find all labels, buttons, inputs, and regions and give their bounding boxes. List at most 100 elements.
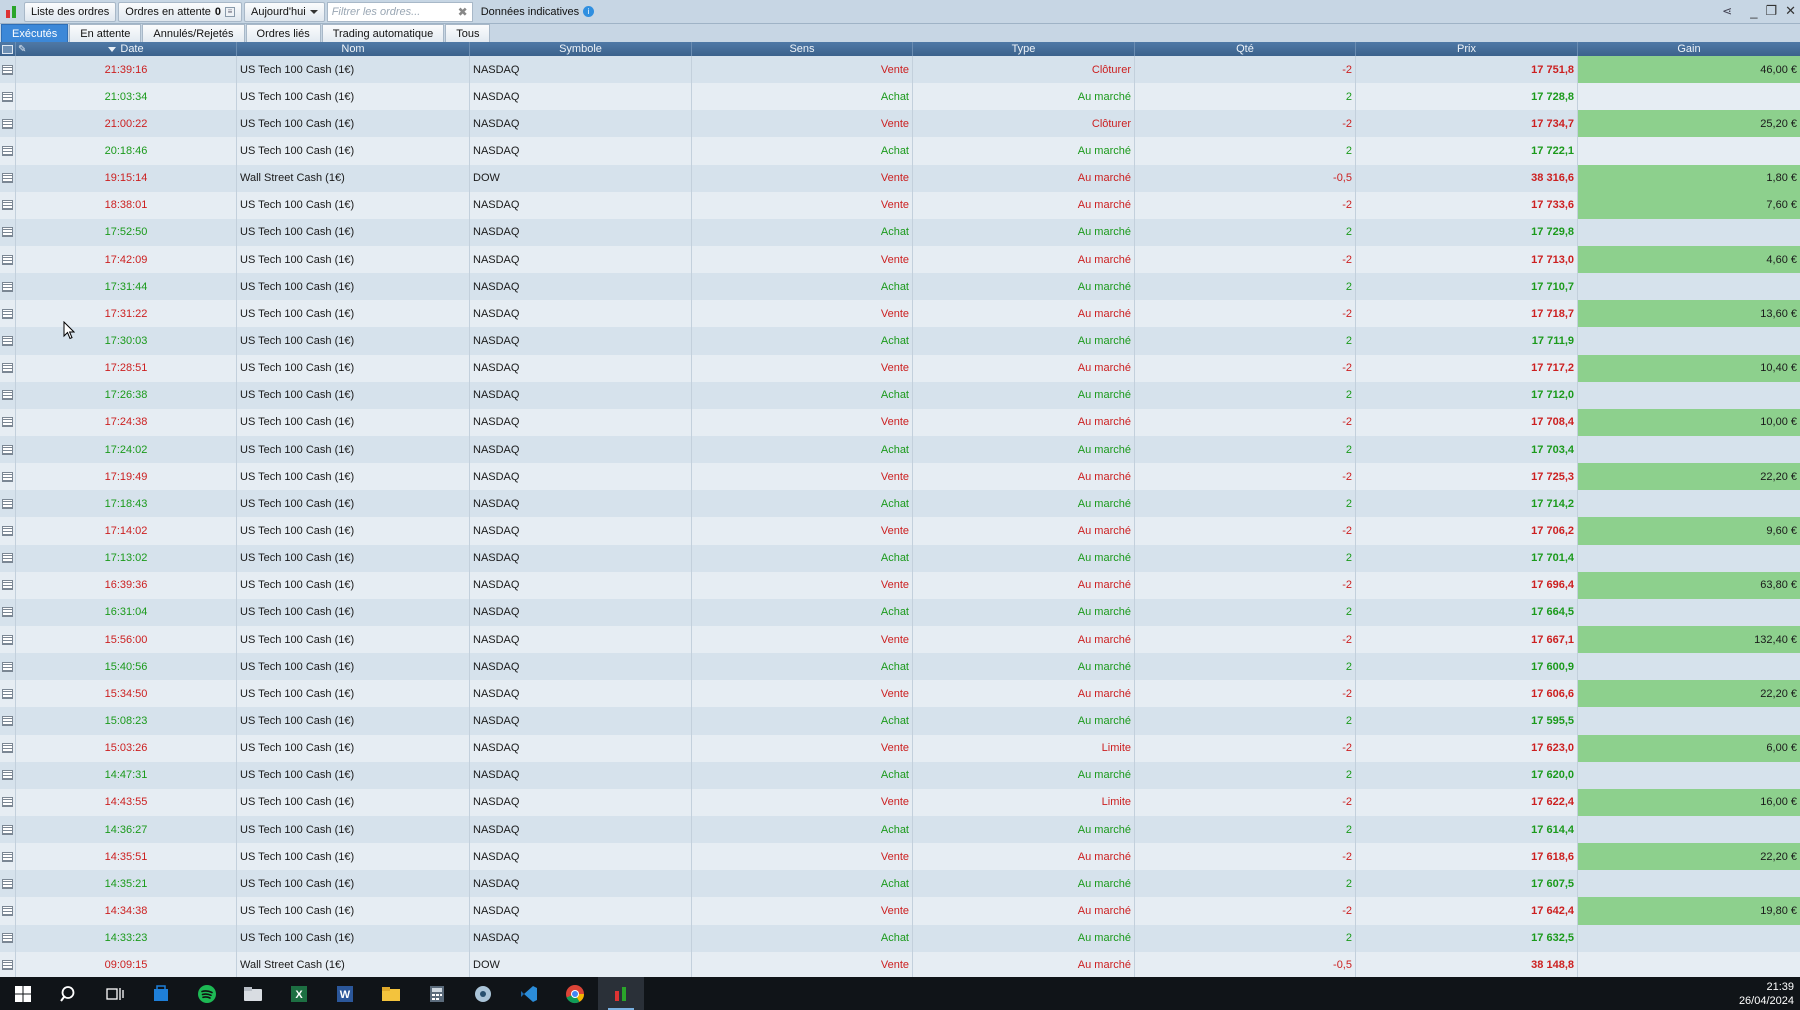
table-row[interactable]: 17:14:02 US Tech 100 Cash (1€) NASDAQ Vente… [0,517,1800,545]
col-header-gain[interactable]: Gain [1578,42,1800,56]
search-icon[interactable] [46,977,92,1010]
popout-icon[interactable]: ≡ [225,6,235,17]
settings-icon[interactable] [460,977,506,1010]
table-row[interactable]: 14:36:27 US Tech 100 Cash (1€) NASDAQ Achat… [0,815,1800,844]
document-icon[interactable] [2,661,13,672]
document-icon[interactable] [2,444,13,455]
document-icon[interactable] [2,44,13,54]
table-row[interactable]: 14:33:23 US Tech 100 Cash (1€) NASDAQ Achat… [0,924,1800,952]
table-row[interactable]: 17:24:02 US Tech 100 Cash (1€) NASDAQ Achat… [0,435,1800,464]
taskbar-clock[interactable]: 21:39 26/04/2024 [1739,980,1794,1008]
calculator-icon[interactable] [414,977,460,1010]
table-row[interactable]: 17:31:44 US Tech 100 Cash (1€) NASDAQ Achat… [0,273,1800,301]
table-row[interactable]: 15:08:23 US Tech 100 Cash (1€) NASDAQ Achat… [0,707,1800,735]
document-icon[interactable] [2,905,13,916]
table-row[interactable]: 21:03:34 US Tech 100 Cash (1€) NASDAQ Achat… [0,83,1800,111]
table-row[interactable]: 15:03:26 US Tech 100 Cash (1€) NASDAQ Vente… [0,734,1800,762]
table-row[interactable]: 14:43:55 US Tech 100 Cash (1€) NASDAQ Vente… [0,788,1800,816]
table-row[interactable]: 16:39:36 US Tech 100 Cash (1€) NASDAQ Vente… [0,571,1800,599]
document-icon[interactable] [2,390,13,401]
tab-pending[interactable]: En attente [69,24,142,42]
document-icon[interactable] [2,797,13,808]
period-dropdown[interactable]: Aujourd'hui [244,1,325,22]
document-icon[interactable] [2,634,13,645]
table-row[interactable]: 17:13:02 US Tech 100 Cash (1€) NASDAQ Achat… [0,544,1800,572]
table-row[interactable]: 19:15:14 Wall Street Cash (1€) DOW Vente Au … [0,164,1800,192]
col-header-date[interactable]: ✎ Date [16,42,237,56]
document-icon[interactable] [2,715,13,726]
task-view-icon[interactable] [92,977,138,1010]
document-icon[interactable] [2,553,13,564]
table-row[interactable]: 14:35:51 US Tech 100 Cash (1€) NASDAQ Vente… [0,843,1800,871]
table-row[interactable]: 17:31:22 US Tech 100 Cash (1€) NASDAQ Vente… [0,300,1800,328]
document-icon[interactable] [2,308,13,319]
document-icon[interactable] [2,933,13,944]
document-icon[interactable] [2,281,13,292]
file-explorer-icon[interactable] [368,977,414,1010]
vscode-icon[interactable] [506,977,552,1010]
col-header-nom[interactable]: Nom [237,42,470,56]
store-icon[interactable] [138,977,184,1010]
close-icon[interactable]: ✕ [1785,3,1796,19]
document-icon[interactable] [2,64,13,75]
table-row[interactable]: 17:28:51 US Tech 100 Cash (1€) NASDAQ Vente… [0,354,1800,382]
document-icon[interactable] [2,91,13,102]
table-row[interactable]: 18:38:01 US Tech 100 Cash (1€) NASDAQ Vente… [0,191,1800,219]
col-header-prix[interactable]: Prix [1356,42,1578,56]
tab-cancelled-rejected[interactable]: Annulés/Rejetés [142,24,245,42]
table-row[interactable]: 15:56:00 US Tech 100 Cash (1€) NASDAQ Vente… [0,625,1800,654]
document-icon[interactable] [2,580,13,591]
trading-app-icon[interactable] [598,977,644,1010]
document-icon[interactable] [2,227,13,238]
table-row[interactable]: 17:52:50 US Tech 100 Cash (1€) NASDAQ Achat… [0,218,1800,246]
document-icon[interactable] [2,173,13,184]
wrench-icon[interactable]: ✎ [18,44,26,55]
document-icon[interactable] [2,335,13,346]
table-row[interactable]: 17:26:38 US Tech 100 Cash (1€) NASDAQ Achat… [0,381,1800,409]
orders-list-button[interactable]: Liste des ordres [24,1,117,22]
clear-filter-icon[interactable]: ✖ [458,5,468,19]
table-row[interactable]: 17:19:49 US Tech 100 Cash (1€) NASDAQ Vente… [0,463,1800,491]
minimize-icon[interactable]: _ [1750,4,1757,19]
indicative-data-button[interactable]: Données indicatives i [475,2,600,22]
windows-start-icon[interactable] [0,977,46,1010]
filter-orders-input[interactable] [331,5,458,18]
table-row[interactable]: 15:40:56 US Tech 100 Cash (1€) NASDAQ Achat… [0,653,1800,681]
document-icon[interactable] [2,363,13,374]
document-icon[interactable] [2,851,13,862]
col-header-type[interactable]: Type [913,42,1135,56]
table-row[interactable]: 16:31:04 US Tech 100 Cash (1€) NASDAQ Achat… [0,598,1800,626]
spotify-icon[interactable] [184,977,230,1010]
document-icon[interactable] [2,878,13,889]
table-row[interactable]: 14:35:21 US Tech 100 Cash (1€) NASDAQ Achat… [0,870,1800,898]
tab-automatic-trading[interactable]: Trading automatique [321,24,445,42]
table-row[interactable]: 17:24:38 US Tech 100 Cash (1€) NASDAQ Vente… [0,408,1800,436]
document-icon[interactable] [2,254,13,265]
document-icon[interactable] [2,118,13,129]
document-icon[interactable] [2,525,13,536]
table-row[interactable]: 20:18:46 US Tech 100 Cash (1€) NASDAQ Achat… [0,137,1800,165]
pending-orders-button[interactable]: Ordres en attente 0 ≡ [118,1,242,22]
document-icon[interactable] [2,200,13,211]
table-row[interactable]: 21:00:22 US Tech 100 Cash (1€) NASDAQ Vente… [0,110,1800,138]
chrome-icon[interactable] [552,977,598,1010]
table-row[interactable]: 17:42:09 US Tech 100 Cash (1€) NASDAQ Vente… [0,245,1800,274]
document-icon[interactable] [2,607,13,618]
table-row[interactable]: 17:30:03 US Tech 100 Cash (1€) NASDAQ Achat… [0,327,1800,355]
document-icon[interactable] [2,471,13,482]
document-icon[interactable] [2,417,13,428]
table-row[interactable]: 09:09:15 Wall Street Cash (1€) DOW Vente Au … [0,951,1800,977]
table-row[interactable]: 14:47:31 US Tech 100 Cash (1€) NASDAQ Achat… [0,761,1800,789]
col-header-qte[interactable]: Qté [1135,42,1356,56]
document-icon[interactable] [2,770,13,781]
word-icon[interactable]: W [322,977,368,1010]
excel-icon[interactable]: X [276,977,322,1010]
share-icon[interactable]: ⋖ [1722,4,1732,18]
document-icon[interactable] [2,960,13,971]
info-icon[interactable]: i [583,6,595,17]
document-icon[interactable] [2,743,13,754]
table-row[interactable]: 21:39:16 US Tech 100 Cash (1€) NASDAQ Vente… [0,56,1800,84]
document-icon[interactable] [2,145,13,156]
restore-icon[interactable]: ❐ [1765,3,1777,19]
col-header-symbole[interactable]: Symbole [470,42,692,56]
